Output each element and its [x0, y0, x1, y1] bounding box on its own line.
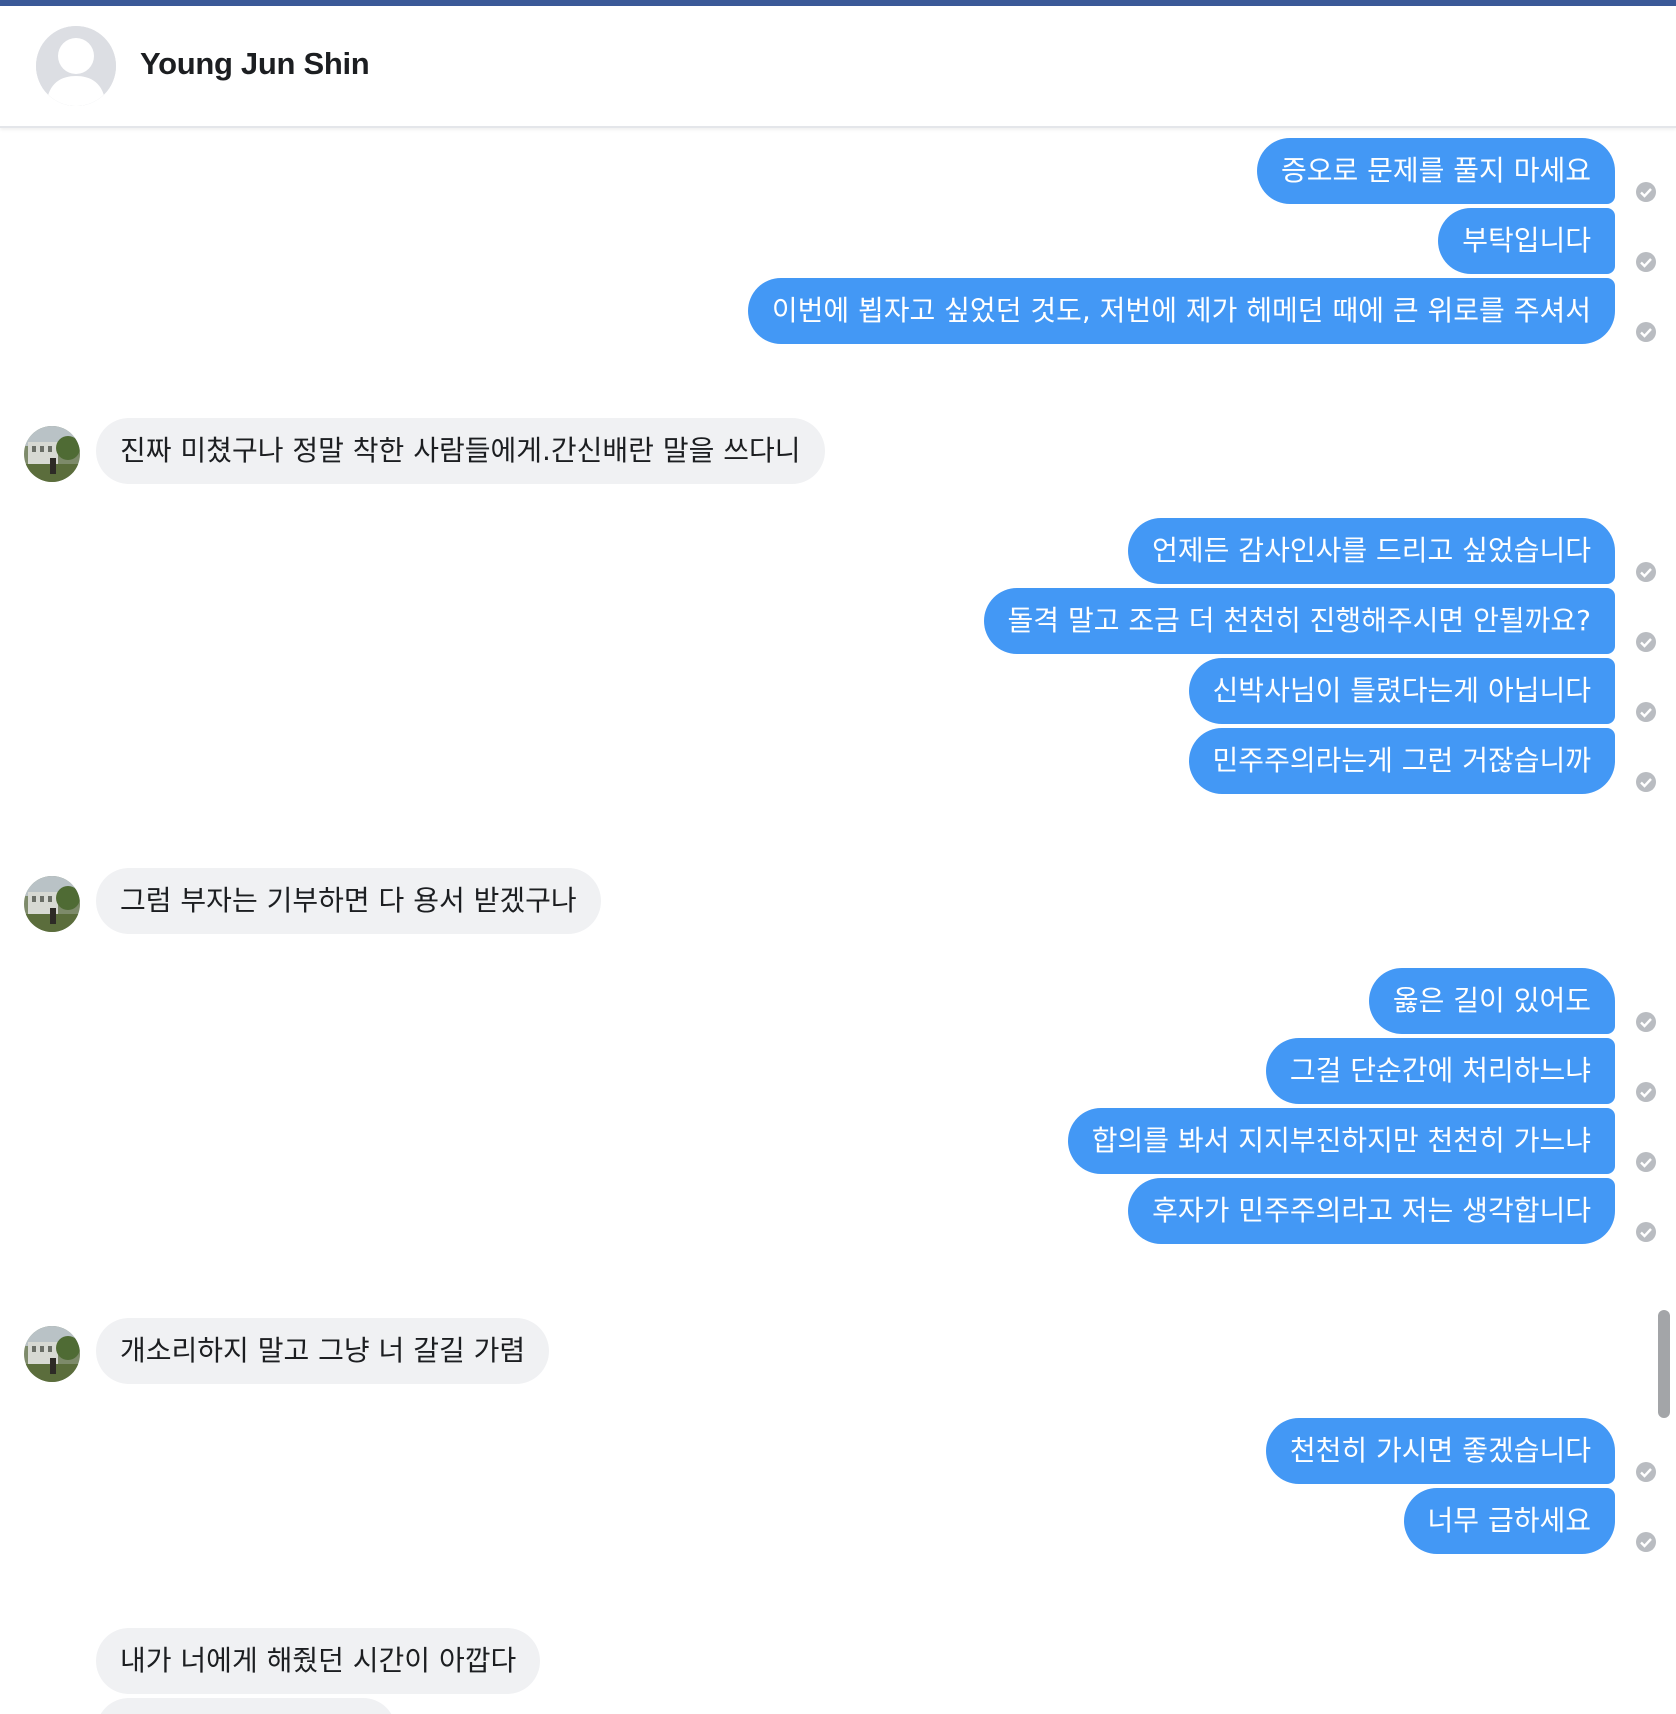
outgoing-message[interactable]: 돌격 말고 조금 더 천천히 진행해주시면 안될까요? [983, 588, 1615, 654]
sent-check-icon [1636, 1082, 1656, 1102]
sent-check-icon [1636, 1222, 1656, 1242]
message-row: 후자가 민주주의라고 저는 생각합니다 [0, 1178, 1676, 1246]
sent-check-icon [1636, 322, 1656, 342]
sender-avatar[interactable] [24, 876, 80, 932]
message-row: 진짜 미쳤구나 정말 착한 사람들에게.간신배란 말을 쓰다니 [0, 418, 1676, 486]
message-row [0, 1698, 1676, 1714]
sent-check-icon [1636, 1012, 1656, 1032]
outgoing-message[interactable]: 신박사님이 틀렸다는게 아닙니다 [1188, 658, 1615, 724]
message-row: 이번에 뵙자고 싶었던 것도, 저번에 제가 헤메던 때에 큰 위로를 주셔서 [0, 278, 1676, 346]
outgoing-message[interactable]: 언제든 감사인사를 드리고 싶었습니다 [1128, 518, 1615, 584]
sent-check-icon [1636, 1462, 1656, 1482]
message-row: 그럼 부자는 기부하면 다 용서 받겠구나 [0, 868, 1676, 936]
profile-photo-icon [24, 1326, 80, 1382]
conversation-header: Young Jun Shin [0, 6, 1676, 128]
outgoing-message[interactable]: 후자가 민주주의라고 저는 생각합니다 [1128, 1178, 1615, 1244]
sent-check-icon [1636, 252, 1656, 272]
outgoing-message[interactable]: 너무 급하세요 [1403, 1488, 1615, 1554]
message-row: 민주주의라는게 그런 거잖습니까 [0, 728, 1676, 796]
incoming-message[interactable]: 그럼 부자는 기부하면 다 용서 받겠구나 [96, 868, 601, 934]
message-row: 돌격 말고 조금 더 천천히 진행해주시면 안될까요? [0, 588, 1676, 656]
incoming-message-partial[interactable] [96, 1698, 396, 1714]
sender-avatar[interactable] [24, 1326, 80, 1382]
message-row: 증오로 문제를 풀지 마세요 [0, 138, 1676, 206]
outgoing-message[interactable]: 합의를 봐서 지지부진하지만 천천히 가느냐 [1067, 1108, 1615, 1174]
sent-check-icon [1636, 702, 1656, 722]
outgoing-message[interactable]: 민주주의라는게 그런 거잖습니까 [1188, 728, 1615, 794]
outgoing-message[interactable]: 증오로 문제를 풀지 마세요 [1256, 138, 1615, 204]
outgoing-message[interactable]: 천천히 가시면 좋겠습니다 [1265, 1418, 1615, 1484]
incoming-message[interactable]: 진짜 미쳤구나 정말 착한 사람들에게.간신배란 말을 쓰다니 [96, 418, 825, 484]
message-row: 그걸 단순간에 처리하느냐 [0, 1038, 1676, 1106]
scrollbar-thumb[interactable] [1658, 1310, 1670, 1418]
message-row: 너무 급하세요 [0, 1488, 1676, 1556]
default-profile-icon [36, 26, 116, 106]
sent-check-icon [1636, 1532, 1656, 1552]
message-row: 신박사님이 틀렸다는게 아닙니다 [0, 658, 1676, 726]
contact-name[interactable]: Young Jun Shin [140, 46, 370, 82]
message-row: 천천히 가시면 좋겠습니다 [0, 1418, 1676, 1486]
outgoing-message[interactable]: 부탁입니다 [1438, 208, 1615, 274]
message-row: 옳은 길이 있어도 [0, 968, 1676, 1036]
outgoing-message[interactable]: 그걸 단순간에 처리하느냐 [1265, 1038, 1615, 1104]
sent-check-icon [1636, 182, 1656, 202]
message-row: 부탁입니다 [0, 208, 1676, 276]
incoming-message[interactable]: 개소리하지 말고 그냥 너 갈길 가렴 [96, 1318, 550, 1384]
sent-check-icon [1636, 1152, 1656, 1172]
outgoing-message[interactable]: 이번에 뵙자고 싶었던 것도, 저번에 제가 헤메던 때에 큰 위로를 주셔서 [747, 278, 1615, 344]
outgoing-message[interactable]: 옳은 길이 있어도 [1368, 968, 1615, 1034]
message-row: 언제든 감사인사를 드리고 싶었습니다 [0, 518, 1676, 586]
profile-photo-icon [24, 426, 80, 482]
message-thread[interactable]: 증오로 문제를 풀지 마세요 부탁입니다 이번에 뵙자고 싶었던 것도, 저번에… [0, 128, 1676, 1714]
message-row: 합의를 봐서 지지부진하지만 천천히 가느냐 [0, 1108, 1676, 1176]
incoming-message[interactable]: 내가 너에게 해줬던 시간이 아깝다 [96, 1628, 541, 1694]
sent-check-icon [1636, 772, 1656, 792]
profile-photo-icon [24, 876, 80, 932]
sender-avatar[interactable] [24, 426, 80, 482]
message-row: 개소리하지 말고 그냥 너 갈길 가렴 [0, 1318, 1676, 1386]
sent-check-icon [1636, 632, 1656, 652]
contact-avatar[interactable] [36, 26, 116, 106]
sent-check-icon [1636, 562, 1656, 582]
message-row: 내가 너에게 해줬던 시간이 아깝다 [0, 1628, 1676, 1696]
